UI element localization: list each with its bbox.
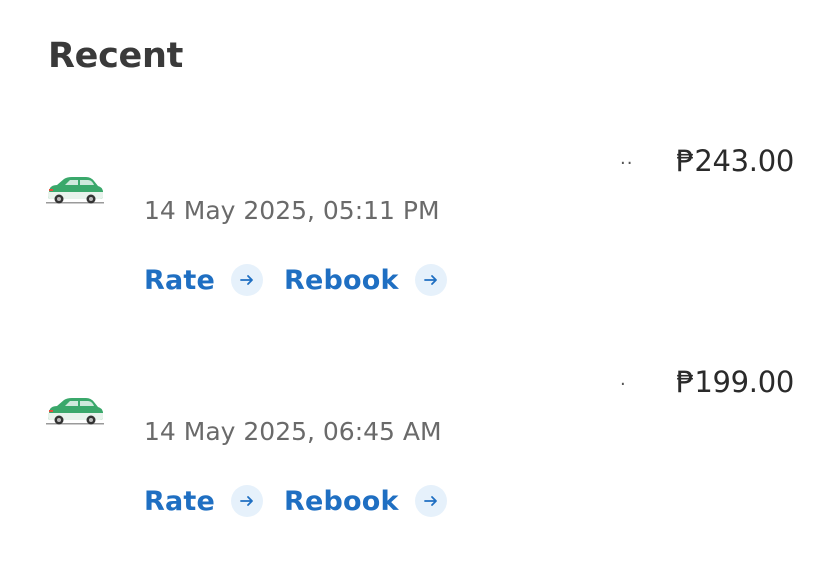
ride-list-item[interactable]: .. ₱243.00 14 May 2025, 05:11 PM Rate Re… — [0, 140, 828, 360]
more-indicator: . — [620, 369, 627, 390]
rate-button[interactable]: Rate — [144, 485, 264, 517]
rebook-button[interactable]: Rebook — [284, 264, 447, 296]
rate-label: Rate — [144, 485, 216, 517]
ride-destination — [144, 365, 614, 395]
arrow-right-icon — [414, 485, 447, 517]
arrow-right-icon — [414, 264, 447, 296]
ride-price: ₱243.00 — [676, 144, 794, 178]
ride-price: ₱199.00 — [676, 365, 794, 399]
rate-label: Rate — [144, 264, 216, 296]
rebook-label: Rebook — [284, 264, 399, 296]
rate-button[interactable]: Rate — [144, 264, 264, 296]
car-icon — [46, 398, 104, 425]
ride-destination — [144, 144, 614, 174]
ride-list-item[interactable]: . ₱199.00 14 May 2025, 06:45 AM Rate Reb… — [0, 361, 828, 581]
ride-datetime: 14 May 2025, 05:11 PM — [144, 196, 440, 225]
arrow-right-icon — [231, 264, 264, 296]
more-indicator: .. — [620, 148, 634, 169]
arrow-right-icon — [231, 485, 264, 517]
rebook-label: Rebook — [284, 485, 399, 517]
ride-datetime: 14 May 2025, 06:45 AM — [144, 417, 442, 446]
rebook-button[interactable]: Rebook — [284, 485, 447, 517]
section-title: Recent — [48, 36, 184, 76]
car-icon — [46, 177, 104, 204]
